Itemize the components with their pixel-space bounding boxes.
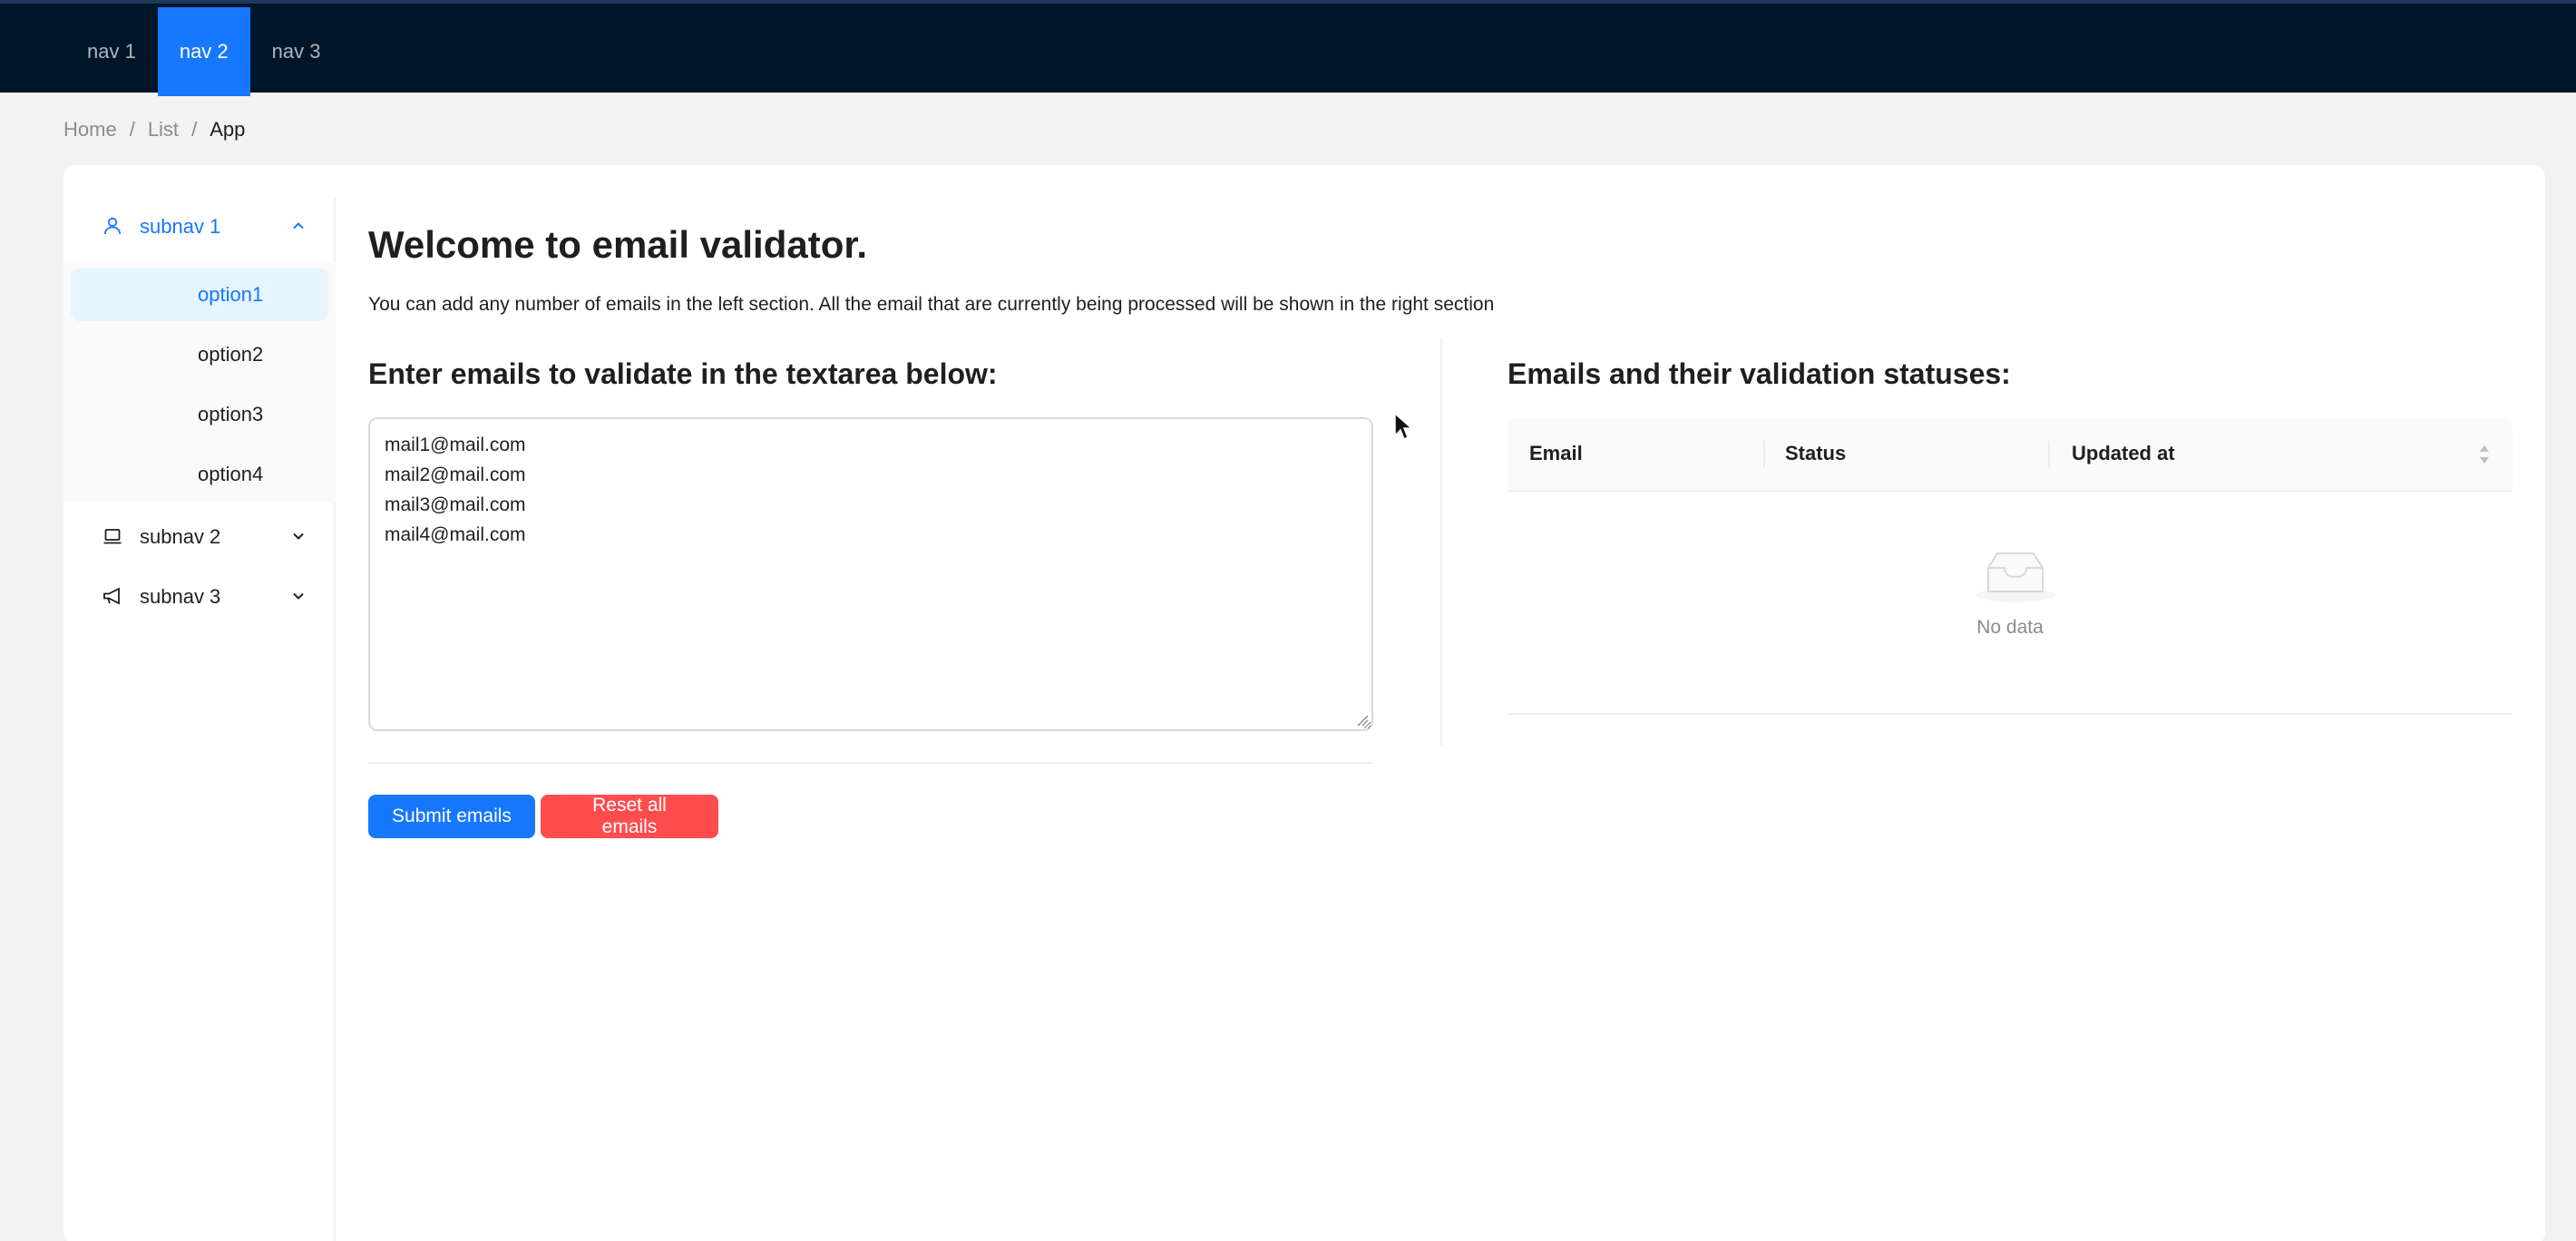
sidebar-menu: subnav 1 option1 option2 option3 option4 [63,198,336,1241]
menu-item-label: option2 [198,343,264,366]
table-header: Email Status Updated at [1508,417,2513,492]
breadcrumb-home[interactable]: Home [63,118,117,142]
status-table-heading: Emails and their validation statuses: [1508,357,2011,390]
laptop-icon [102,525,125,549]
menu-item-label: option4 [198,463,264,485]
menu-item-option1[interactable]: option1 [71,269,328,321]
submenu-label: subnav 1 [140,215,221,238]
nav-item-2[interactable]: nav 2 [157,7,250,96]
nav-item-3[interactable]: nav 3 [250,7,343,96]
column-separator [2048,441,2050,468]
submenu-label: subnav 2 [140,525,221,548]
breadcrumb-app: App [210,118,246,141]
menu-item-option2[interactable]: option2 [71,328,328,381]
chevron-up-icon [288,216,308,236]
emails-textarea[interactable]: mail1@mail.com mail2@mail.com mail3@mail… [368,417,1373,731]
user-icon [102,215,125,239]
chevron-down-icon [288,526,308,546]
nav-item-1[interactable]: nav 1 [65,7,158,96]
mouse-cursor-icon [1393,412,1413,443]
notification-icon [102,585,125,609]
content-card: subnav 1 option1 option2 option3 option4 [63,165,2545,1241]
email-status-table: Email Status Updated at No data [1508,417,2513,717]
page-title: Welcome to email validator. [368,223,868,266]
column-header-updated-at[interactable]: Updated at [2072,417,2175,490]
table-empty-state: No data [1508,492,2513,715]
submenu-subnav-3[interactable]: subnav 3 [63,568,336,626]
chevron-down-icon [288,586,308,606]
submenu-subnav-1[interactable]: subnav 1 [63,198,336,256]
page-description: You can add any number of emails in the … [368,294,1495,315]
column-divider [1440,337,1442,746]
sort-icon[interactable] [2478,443,2491,466]
email-input-heading: Enter emails to validate in the textarea… [368,357,998,390]
resize-handle-icon[interactable] [1355,713,1370,728]
submit-emails-button[interactable]: Submit emails [368,795,535,838]
divider [368,762,1373,764]
breadcrumb-separator: / [129,118,135,141]
submenu-subnav-2[interactable]: subnav 2 [63,508,336,566]
submenu-label: subnav 3 [140,585,221,608]
breadcrumb: Home / List / App [63,116,245,143]
column-separator [1763,441,1765,468]
menu-item-option3[interactable]: option3 [71,388,328,441]
column-header-status: Status [1785,442,1847,464]
menu-item-option4[interactable]: option4 [71,448,328,501]
breadcrumb-list[interactable]: List [148,118,179,142]
menu-item-label: option3 [198,403,264,425]
empty-text: No data [1976,617,2044,638]
column-header-email: Email [1529,442,1583,464]
empty-inbox-icon [1974,546,2057,604]
top-header: nav 1 nav 2 nav 3 [0,0,2576,96]
menu-item-label: option1 [198,283,264,306]
top-nav: nav 1 nav 2 nav 3 [65,7,342,96]
submenu-subnav-1-items: option1 option2 option3 option4 [63,263,336,503]
breadcrumb-separator: / [191,118,198,141]
reset-emails-button[interactable]: Reset all emails [541,795,718,838]
